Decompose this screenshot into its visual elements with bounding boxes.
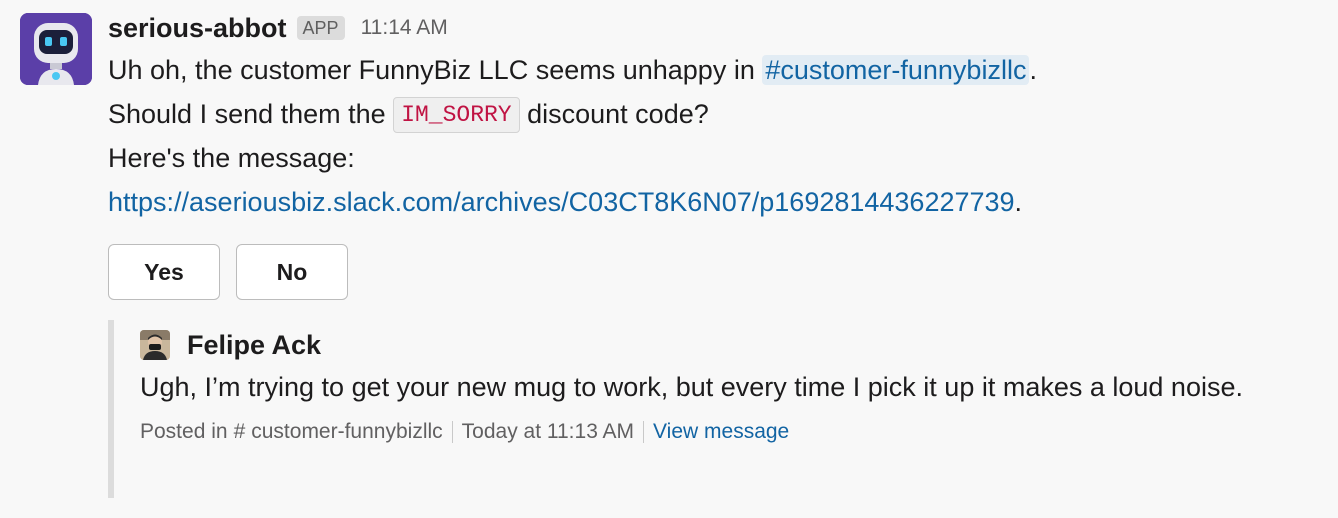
text: Uh oh, the customer FunnyBiz LLC seems u… [108, 55, 763, 85]
text: discount code? [519, 99, 709, 129]
quoted-message: Felipe Ack Ugh, I’m trying to get your n… [108, 320, 1308, 498]
bot-avatar[interactable] [20, 13, 92, 85]
username[interactable]: serious-abbot [108, 13, 287, 44]
message-line-1: Uh oh, the customer FunnyBiz LLC seems u… [108, 48, 1318, 92]
avatar[interactable] [140, 330, 170, 360]
app-badge: APP [296, 16, 345, 40]
message-line-2: Should I send them the IM_SORRY discount… [108, 92, 1318, 136]
quote-text: Ugh, I’m trying to get your new mug to w… [140, 372, 1243, 402]
quote-channel[interactable]: customer-funnybizllc [251, 420, 442, 444]
discount-code: IM_SORRY [393, 97, 520, 133]
quote-header: Felipe Ack [140, 325, 1308, 365]
divider [643, 421, 645, 443]
no-button[interactable]: No [236, 244, 348, 300]
text: . [1014, 187, 1023, 217]
archive-link[interactable]: https://aseriousbiz.slack.com/archives/C… [108, 187, 1015, 217]
message-timestamp[interactable]: 11:14 AM [361, 16, 448, 40]
posted-in-label: Posted in [140, 420, 228, 443]
action-buttons: Yes No [108, 244, 1318, 300]
quote-time[interactable]: Today at 11:13 AM [462, 420, 634, 444]
text: . [1029, 55, 1037, 85]
text: Should I send them the [108, 99, 394, 129]
robot-icon [20, 13, 92, 85]
message: serious-abbot APP 11:14 AM Uh oh, the cu… [108, 8, 1318, 300]
message-header: serious-abbot APP 11:14 AM [108, 8, 1318, 48]
quote-footer: Posted in # customer-funnybizllc Today a… [140, 420, 1308, 444]
message-line-4: https://aseriousbiz.slack.com/archives/C… [108, 180, 1318, 224]
yes-button[interactable]: Yes [108, 244, 220, 300]
person-icon [140, 330, 170, 360]
view-message-link[interactable]: View message [653, 420, 789, 444]
message-line-3: Here's the message: [108, 143, 355, 173]
quote-author[interactable]: Felipe Ack [187, 330, 321, 361]
channel-mention[interactable]: #customer-funnybizllc [762, 55, 1030, 85]
hash-icon: # [233, 420, 246, 443]
divider [451, 421, 453, 443]
